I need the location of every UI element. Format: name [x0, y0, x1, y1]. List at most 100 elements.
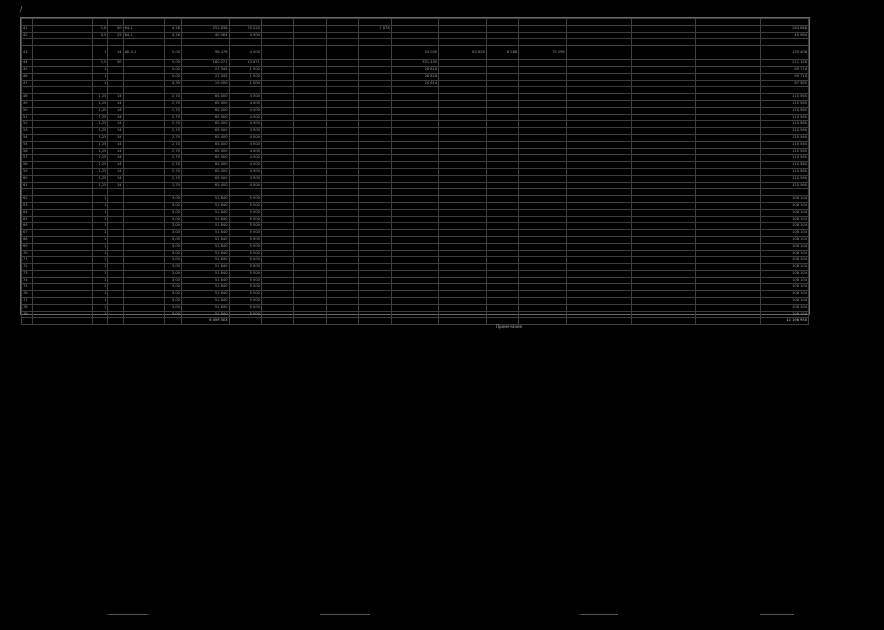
table-cell: 14 [107, 174, 124, 183]
table-cell [630, 290, 697, 299]
table-cell [695, 256, 762, 265]
table-cell [325, 297, 360, 305]
table-cell [31, 195, 94, 203]
table-row: 72 1 3,00 51 840 5 000 108 104 [21, 263, 809, 271]
table-cell [518, 147, 567, 156]
table-cell [438, 229, 487, 237]
table-cell [122, 161, 165, 169]
table-row: 41 1,6 50 64-1 4,26 251 838 79 020 7 878 263 868 [21, 24, 809, 33]
table-cell: 57 [21, 154, 33, 163]
table-cell: 69 718 [760, 72, 809, 81]
table-cell [31, 45, 94, 61]
table-cell [485, 127, 520, 135]
table-cell: 2,70 [163, 113, 182, 122]
table-cell [31, 181, 94, 190]
table-row: 44 1,5 50 5,00 180 071 13 871 351 400 211 158 [21, 59, 809, 67]
table-cell: 3,00 [163, 283, 182, 292]
table-cell [390, 188, 440, 197]
table-cell [122, 215, 165, 224]
table-cell: 4 000 [228, 154, 262, 163]
table-cell [325, 127, 360, 135]
table-cell: 4 000 [228, 93, 262, 101]
table-cell: 51 840 [180, 215, 230, 224]
table-cell [565, 290, 632, 299]
table-cell [358, 86, 392, 95]
table-row: 58 1,25 14 2,70 65 400 4 000 110 560 [21, 161, 809, 169]
table-row: 73 1 3,00 51 840 5 000 108 104 [21, 269, 809, 278]
table-cell [518, 99, 567, 108]
table-cell [565, 297, 632, 305]
table-cell [518, 161, 567, 169]
table-cell [695, 72, 762, 81]
table-cell [695, 235, 762, 244]
table-cell [293, 86, 327, 95]
table-cell: 50 [107, 24, 124, 33]
table-cell [630, 235, 697, 244]
table-cell: 3,00 [163, 256, 182, 265]
table-cell [107, 310, 124, 319]
table-cell: 5 000 [228, 229, 262, 237]
table-cell [695, 167, 762, 176]
table-cell: 51 840 [180, 256, 230, 265]
table-cell: 2,70 [163, 147, 182, 156]
table-cell: 1 [92, 208, 109, 217]
table-cell [31, 167, 94, 176]
table-cell [485, 229, 520, 237]
table-cell [122, 276, 165, 285]
table-cell [325, 65, 360, 74]
table-cell [358, 31, 392, 40]
table-row: 46 1 5,00 21 345 1 500 28 818 69 718 [21, 72, 809, 81]
table-cell [358, 65, 392, 74]
table-cell [122, 188, 165, 197]
table-cell [438, 147, 487, 156]
table-cell [630, 215, 697, 224]
table-cell [122, 147, 165, 156]
table-cell [565, 147, 632, 156]
table-cell: 110 560 [760, 161, 809, 169]
table-cell [31, 86, 94, 95]
table-cell [630, 79, 697, 88]
table-row: 53 1,25 14 2,70 65 400 4 000 110 560 [21, 127, 809, 135]
table-cell [518, 290, 567, 299]
table-cell: 1 [92, 269, 109, 278]
table-cell [293, 161, 327, 169]
table-cell [358, 229, 392, 237]
table-cell [565, 229, 632, 237]
table-cell: 2,70 [163, 127, 182, 135]
table-cell [21, 38, 33, 47]
table-cell: 61 [21, 181, 33, 190]
table-cell: 1,25 [92, 167, 109, 176]
table-cell: 6 459 303 [180, 317, 230, 326]
table-cell: 5 000 [228, 276, 262, 285]
table-cell [325, 310, 360, 319]
table-cell [630, 18, 697, 26]
table-cell [438, 79, 487, 88]
table-cell [485, 310, 520, 319]
table-cell: 2,70 [163, 93, 182, 101]
table-cell [518, 86, 567, 95]
table-cell [293, 208, 327, 217]
table-cell [390, 106, 440, 115]
table-cell: 110 560 [760, 174, 809, 183]
table-cell: 78 [21, 303, 33, 312]
table-cell: 52 [21, 120, 33, 129]
table-cell: 65 400 [180, 133, 230, 142]
table-cell [260, 65, 295, 74]
table-cell [565, 317, 632, 326]
table-cell [695, 133, 762, 142]
table-cell: 1 [92, 297, 109, 305]
table-cell [485, 93, 520, 101]
table-cell [293, 93, 327, 101]
table-cell [325, 133, 360, 142]
table-cell [630, 208, 697, 217]
table-cell [695, 147, 762, 156]
table-cell: 110 560 [760, 181, 809, 190]
table-cell [565, 65, 632, 74]
table-cell [485, 113, 520, 122]
table-cell [358, 18, 392, 26]
table-cell [485, 235, 520, 244]
table-cell [293, 229, 327, 237]
table-cell [325, 154, 360, 163]
table-cell [438, 65, 487, 74]
table-cell [565, 174, 632, 183]
